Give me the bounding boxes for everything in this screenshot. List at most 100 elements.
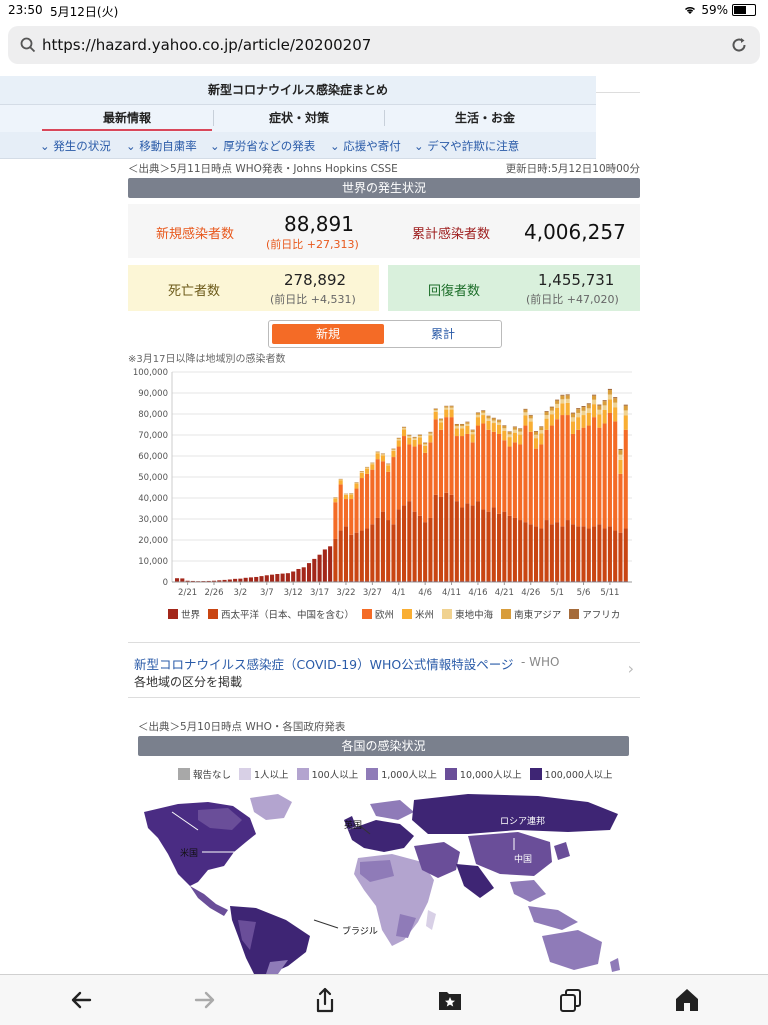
share-icon[interactable] <box>310 985 340 1015</box>
map-legend-label: 100人以上 <box>312 767 359 781</box>
bar-segment-emed <box>523 412 527 415</box>
world-source: ＜出典＞5月11日時点 WHO発表・Johns Hopkins CSSE <box>128 161 398 176</box>
toggle-new-button[interactable]: 新規 <box>272 324 384 344</box>
map-legend-item: 報告なし <box>178 767 231 781</box>
world-map[interactable]: 英国 ロシア連邦 米国 中国 ブラジル <box>138 790 629 974</box>
bar-segment-africa <box>450 406 454 407</box>
bar-world <box>281 574 285 582</box>
x-tick-label: 4/11 <box>442 588 461 598</box>
x-tick-label: 3/22 <box>336 588 355 598</box>
bar-segment-europe <box>513 442 517 518</box>
bar-segment-americas <box>539 434 543 445</box>
subnav-announcements[interactable]: ⌄ 厚労省などの発表 <box>210 138 315 154</box>
bar-segment-emed <box>608 394 612 399</box>
new-cases-label: 新規感染者数 <box>156 223 234 242</box>
x-tick-label: 2/21 <box>178 588 197 598</box>
bar-segment-west <box>539 528 543 581</box>
bar-segment-seasia <box>608 390 612 394</box>
bar-segment-emed <box>492 421 496 424</box>
legend-item: 米州 <box>402 607 434 621</box>
back-icon[interactable] <box>66 985 96 1015</box>
map-legend-swatch <box>178 768 190 780</box>
bar-segment-europe <box>592 417 596 526</box>
map-legend-label: 1,000人以上 <box>381 767 437 781</box>
legend-swatch <box>442 609 452 619</box>
bar-segment-americas <box>581 415 585 428</box>
map-legend-swatch <box>297 768 309 780</box>
bar-segment-emed <box>560 399 564 403</box>
bar-segment-americas <box>529 422 533 432</box>
browser-toolbar <box>0 974 768 1025</box>
new-cases-diff: (前日比 +27,313) <box>266 236 359 252</box>
bar-segment-americas <box>566 403 570 415</box>
bar-segment-europe <box>603 423 607 528</box>
x-tick-label: 3/17 <box>310 588 329 598</box>
bar-segment-europe <box>576 430 580 527</box>
bar-segment-americas <box>550 414 554 425</box>
bar-segment-emed <box>603 405 607 410</box>
bar-segment-emed <box>555 404 559 408</box>
bar-segment-west <box>529 524 533 581</box>
home-icon[interactable] <box>672 985 702 1015</box>
url-text[interactable]: https://hazard.yahoo.co.jp/article/20200… <box>42 36 371 54</box>
tab-latest[interactable]: 最新情報 <box>42 106 212 130</box>
bar-world <box>286 573 290 582</box>
bar-segment-seasia <box>423 443 427 444</box>
deaths-panel: 死亡者数 278,892 (前日比 +4,531) <box>128 265 379 311</box>
subnav-support[interactable]: ⌄ 応援や寄付 <box>330 138 401 154</box>
bar-segment-americas <box>423 446 427 453</box>
legend-item: 東地中海 <box>442 607 493 621</box>
who-link[interactable]: 新型コロナウイルス感染症（COVID-19）WHO公式情報特設ページ <box>134 654 513 673</box>
bar-segment-europe <box>413 447 417 512</box>
bar-segment-europe <box>608 413 612 526</box>
bar-segment-west <box>476 501 480 581</box>
who-link-row[interactable]: 新型コロナウイルス感染症（COVID-19）WHO公式情報特設ページ - WHO… <box>128 642 640 698</box>
bar-world <box>318 555 322 582</box>
bar-segment-seasia <box>566 395 570 399</box>
countries-source: ＜出典＞5月10日時点 WHO・各国政府発表 <box>138 719 345 734</box>
bar-segment-africa <box>513 426 517 427</box>
recovered-label: 回復者数 <box>428 280 480 299</box>
tab-life[interactable]: 生活・お金 <box>385 106 585 130</box>
forward-icon[interactable] <box>190 985 220 1015</box>
bar-segment-emed <box>597 410 601 415</box>
url-bar[interactable]: https://hazard.yahoo.co.jp/article/20200… <box>8 26 760 64</box>
bookmarks-icon[interactable] <box>435 985 465 1015</box>
legend-label: 欧州 <box>375 607 394 621</box>
bar-segment-europe <box>428 442 432 518</box>
bar-segment-west <box>571 524 575 581</box>
bar-segment-seasia <box>391 449 395 450</box>
x-tick-label: 2/26 <box>204 588 223 598</box>
bar-segment-seasia <box>460 425 464 427</box>
bar-segment-americas <box>571 422 575 434</box>
bar-segment-west <box>407 501 411 581</box>
who-link-sub: 各地域の区分を掲載 <box>134 673 242 690</box>
bar-segment-europe <box>344 499 348 526</box>
subnav-mobility[interactable]: ⌄ 移動自粛率 <box>126 138 197 154</box>
bar-segment-emed <box>508 434 512 437</box>
subnav-misinformation[interactable]: ⌄ デマや詐欺に注意 <box>414 138 519 154</box>
header-rule <box>596 92 640 93</box>
bar-world <box>175 578 179 582</box>
bar-segment-emed <box>566 399 570 403</box>
x-tick-label: 4/6 <box>418 588 432 598</box>
x-tick-label: 5/11 <box>600 588 619 598</box>
bar-segment-emed <box>423 444 427 446</box>
bar-segment-west <box>523 522 527 581</box>
bar-segment-seasia <box>539 427 543 430</box>
toggle-total-button[interactable]: 累計 <box>387 324 499 344</box>
bar-segment-americas <box>460 428 464 436</box>
bar-segment-seasia <box>555 401 559 404</box>
bar-segment-seasia <box>523 410 527 413</box>
tabs-icon[interactable] <box>556 985 586 1015</box>
bar-segment-seasia <box>581 407 585 411</box>
bar-segment-west <box>587 528 591 581</box>
bar-segment-seasia <box>434 409 438 410</box>
bar-segment-europe <box>391 457 395 524</box>
subnav-outbreak[interactable]: ⌄ 発生の状況 <box>40 138 111 154</box>
bar-segment-seasia <box>450 406 454 407</box>
bar-segment-americas <box>523 415 527 425</box>
reload-icon[interactable] <box>730 36 748 54</box>
bar-segment-americas <box>471 434 475 442</box>
tab-symptoms[interactable]: 症状・対策 <box>214 106 384 130</box>
